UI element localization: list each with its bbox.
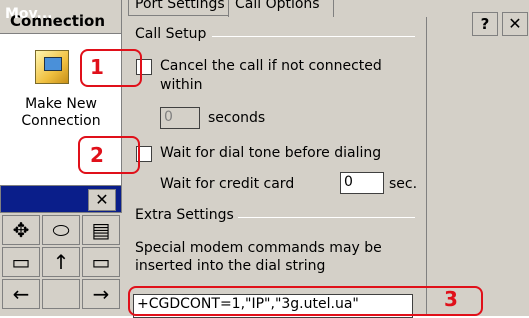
input-panel-grid: ✥ ⬭ ▤ ▭ ↑ ▭ ← → [0, 213, 122, 316]
help-button[interactable]: ? [472, 12, 498, 36]
make-new-connection-label[interactable]: Make New Connection [6, 96, 116, 130]
input-panel-close-button[interactable]: ✕ [88, 189, 116, 211]
call-setup-divider [212, 36, 415, 37]
arrow-up-icon[interactable]: ↑ [42, 247, 80, 277]
network-computer-icon [44, 57, 62, 71]
seconds-label: seconds [208, 110, 266, 126]
call-setup-heading: Call Setup [135, 26, 207, 42]
arrow-right-icon[interactable]: → [82, 279, 120, 309]
tab-port-settings[interactable]: Port Settings [128, 0, 232, 16]
cancel-call-label-line1: Cancel the call if not connected [160, 58, 382, 74]
cancel-seconds-input[interactable]: 0 [160, 107, 200, 129]
shortcut-label-line1: Make New [25, 96, 97, 112]
arrow-left-icon[interactable]: ← [2, 279, 40, 309]
modem-hint-line2: inserted into the dial string [135, 258, 326, 274]
credit-card-label: Wait for credit card [160, 176, 295, 192]
modem-hint-line1: Special modem commands may be [135, 240, 382, 256]
window-left-icon[interactable]: ▭ [2, 247, 40, 277]
annotation-number-2: 2 [90, 143, 104, 167]
shortcut-label-line2: Connection [21, 113, 101, 129]
keyboard-icon[interactable]: ▤ [82, 215, 120, 245]
annotation-number-3: 3 [444, 287, 458, 311]
annotation-number-1: 1 [90, 55, 104, 79]
credit-card-seconds-input[interactable]: 0 [340, 172, 384, 194]
window-right-icon[interactable]: ▭ [82, 247, 120, 277]
extra-settings-divider [238, 217, 415, 218]
input-panel-title: Mov... [5, 6, 53, 22]
annotation-box-3 [128, 286, 483, 316]
center-cell[interactable] [42, 279, 80, 309]
extra-settings-heading: Extra Settings [135, 207, 234, 223]
wait-dial-tone-label: Wait for dial tone before dialing [160, 145, 382, 161]
credit-card-unit: sec. [389, 176, 418, 192]
mouse-icon[interactable]: ⬭ [42, 215, 80, 245]
make-new-connection-icon[interactable] [35, 50, 69, 84]
tab-call-options[interactable]: Call Options [228, 0, 334, 18]
close-button[interactable]: ✕ [502, 12, 528, 36]
move-cursor-icon[interactable]: ✥ [2, 215, 40, 245]
annotation-box-2 [78, 136, 140, 174]
cancel-call-label-line2: within [160, 77, 203, 93]
